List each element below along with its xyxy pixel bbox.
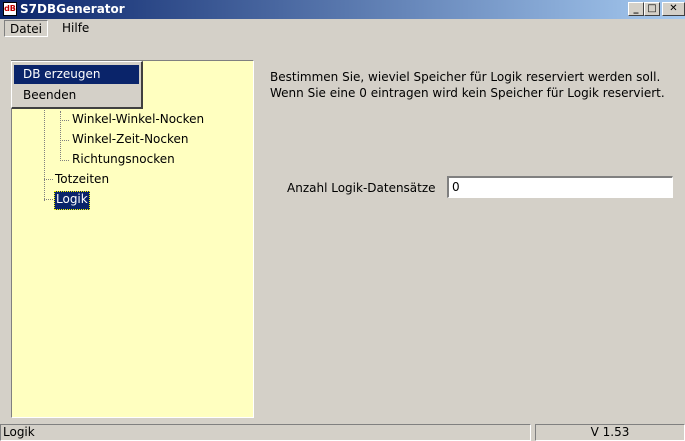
menu-item-db-erzeugen[interactable]: DB erzeugen [14,65,139,84]
app-icon: dB [3,2,17,16]
version-label: V 1.53 [535,424,685,441]
tree-connector [60,160,69,161]
status-text: Logik [0,424,531,441]
navigation-tree: Winkel-Winkel-Nocken Winkel-Zeit-Nocken … [11,60,254,418]
tree-node-richtungsnocken[interactable]: Richtungsnocken [72,151,175,168]
menu-datei[interactable]: Datei [4,20,49,37]
maximize-button[interactable]: □ [644,2,660,16]
logik-count-input[interactable]: 0 [447,176,673,198]
datei-dropdown-menu: DB erzeugen Beenden [11,61,143,109]
close-button[interactable]: ✕ [662,2,685,16]
tree-connector [44,179,53,180]
menu-bar: Datei Hilfe [0,19,685,38]
tree-connector [44,199,53,200]
description-text: Bestimmen Sie, wieviel Speicher für Logi… [270,69,680,101]
minimize-button[interactable]: _ [628,2,644,16]
tree-node-winkel-winkel-nocken[interactable]: Winkel-Winkel-Nocken [72,111,204,128]
tree-node-winkel-zeit-nocken[interactable]: Winkel-Zeit-Nocken [72,131,189,148]
status-bar: Logik V 1.53 [0,422,685,441]
logik-count-label: Anzahl Logik-Datensätze [287,181,436,195]
description-line-1: Bestimmen Sie, wieviel Speicher für Logi… [270,70,661,84]
tree-connector [60,111,61,161]
tree-node-totzeiten[interactable]: Totzeiten [55,171,109,188]
description-line-2: Wenn Sie eine 0 eintragen wird kein Spei… [270,86,665,100]
tree-connector [60,140,69,141]
title-bar: dB S7DBGenerator _ □ ✕ [0,0,685,19]
tree-connector [60,120,69,121]
menu-item-beenden[interactable]: Beenden [14,86,139,105]
tree-node-logik[interactable]: Logik [54,191,90,210]
menu-hilfe[interactable]: Hilfe [57,20,94,37]
window-title: S7DBGenerator [20,2,125,16]
